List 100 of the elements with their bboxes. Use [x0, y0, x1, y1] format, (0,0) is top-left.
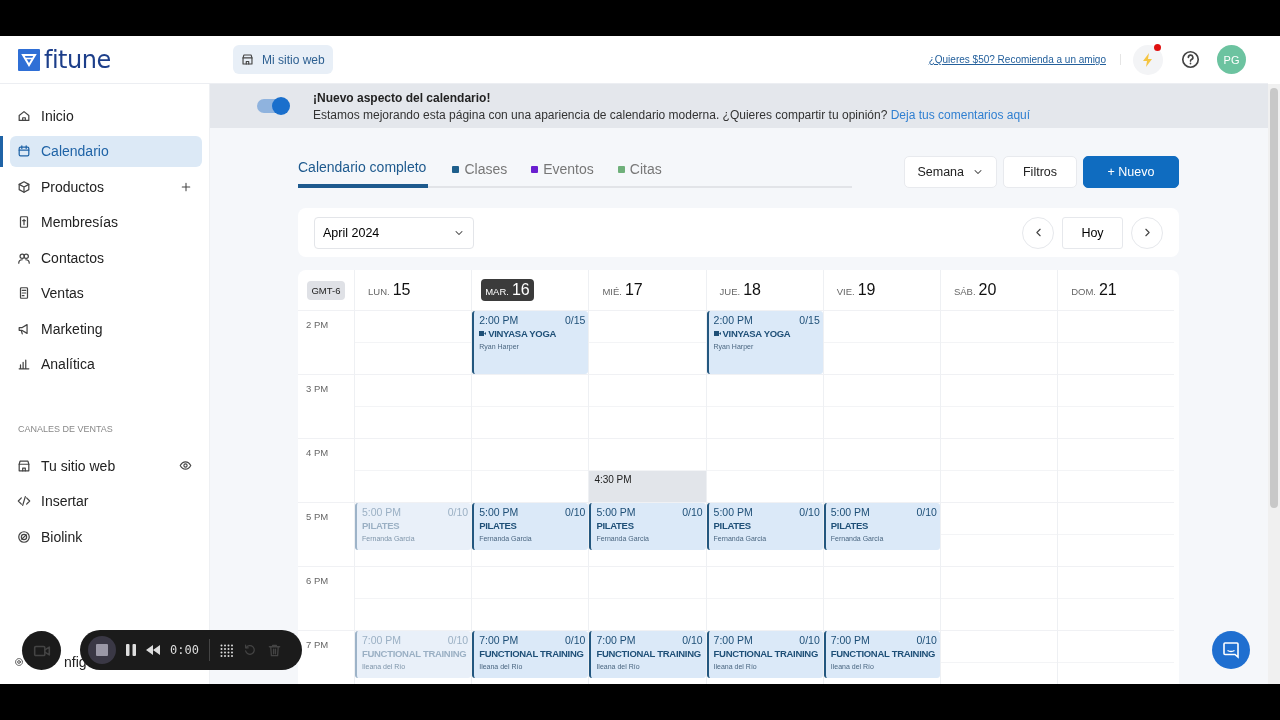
stop-icon: [96, 644, 108, 656]
event-title: PILATES: [362, 520, 400, 531]
event-time: 7:00 PM: [596, 634, 636, 646]
home-icon: [17, 108, 31, 123]
event-time: 5:00 PM: [479, 506, 519, 518]
month-select[interactable]: April 2024: [314, 216, 474, 249]
sidebar-item[interactable]: Analítica: [10, 348, 202, 380]
event-time: 7:00 PM: [479, 634, 519, 646]
event-title: FUNCTIONAL TRAINING: [830, 648, 936, 659]
referral-link[interactable]: ¿Quieres $50? Recomienda a un amigo: [928, 54, 1121, 65]
video-icon: [713, 331, 721, 336]
trash-icon: [266, 642, 282, 658]
event-capacity: 0/10: [564, 506, 586, 518]
logo-icon: [18, 48, 40, 71]
eye-icon: [179, 459, 192, 472]
section-title: CANALES DE VENTAS: [18, 424, 114, 434]
bar-chart-icon: [17, 357, 31, 371]
calendar-tab[interactable]: Clases: [452, 150, 508, 188]
hour-label: 5 PM: [306, 511, 329, 522]
event-time: 2:00 PM: [479, 314, 519, 326]
dot-grid-icon: [219, 643, 233, 657]
event-capacity: 0/10: [916, 634, 937, 646]
new-button[interactable]: + Nuevo: [1083, 156, 1179, 188]
day-header[interactable]: LUN. 15: [364, 279, 415, 301]
rewind-button[interactable]: [146, 645, 160, 655]
event-title: PILATES: [596, 520, 634, 531]
event-capacity: 0/10: [682, 634, 703, 646]
hour-label: 3 PM: [306, 383, 329, 394]
sidebar-item[interactable]: Contactos: [10, 242, 202, 273]
event-capacity: 0/10: [447, 634, 469, 646]
sidebar-item[interactable]: Tu sitio web: [10, 450, 202, 481]
event-title: PILATES: [479, 520, 517, 531]
store-icon: [241, 53, 254, 66]
day-header[interactable]: DOM. 21: [1067, 279, 1121, 301]
help-icon: [1180, 50, 1200, 69]
event-time: 2:00 PM: [713, 314, 753, 326]
gear-icon: [14, 657, 24, 667]
video-icon: [479, 331, 487, 336]
filters-button[interactable]: Filtros: [1003, 156, 1077, 188]
updates-button[interactable]: [1133, 44, 1163, 75]
event-time: 5:00 PM: [596, 506, 636, 518]
cube-icon: [17, 179, 31, 194]
sidebar-item[interactable]: Insertar: [10, 485, 202, 517]
hour-label: 4 PM: [306, 447, 329, 458]
stop-button[interactable]: [88, 636, 116, 664]
grid-button[interactable]: [219, 643, 233, 657]
hour-label: 2 PM: [306, 319, 329, 330]
event-title: VINYASA YOGA: [722, 328, 791, 339]
event-title: PILATES: [830, 520, 869, 531]
sidebar-item[interactable]: Productos: [10, 171, 202, 202]
event-capacity: 0/10: [447, 506, 469, 518]
event-title: FUNCTIONAL TRAINING: [362, 648, 467, 659]
day-header[interactable]: VIE. 19: [832, 279, 880, 301]
event-time: 7:00 PM: [713, 634, 753, 646]
brand-name: fitune: [44, 45, 111, 74]
sidebar-item[interactable]: Membresías: [10, 206, 202, 238]
calendar-tab[interactable]: Eventos: [531, 150, 594, 188]
day-header[interactable]: SÁB. 20: [949, 279, 1001, 301]
calendar-tab[interactable]: Citas: [617, 150, 662, 188]
today-button[interactable]: Hoy: [1062, 216, 1123, 249]
people-icon: [17, 250, 31, 265]
receipt-icon: [17, 286, 31, 300]
calendar-tab[interactable]: Calendario completo: [298, 150, 429, 188]
event-time: 5:00 PM: [713, 506, 753, 518]
sidebar-item[interactable]: Inicio: [10, 100, 202, 131]
event-time: 5:00 PM: [830, 506, 870, 518]
toggle-switch[interactable]: [257, 99, 288, 113]
code-icon: [17, 494, 31, 508]
store-icon: [17, 458, 31, 473]
hour-label: 7 PM: [306, 639, 329, 650]
scrollbar[interactable]: [1268, 84, 1280, 684]
event-capacity: 0/15: [564, 314, 586, 326]
event-time: 7:00 PM: [830, 634, 870, 646]
sidebar-item[interactable]: Ventas: [10, 277, 202, 309]
chat-icon: [1222, 641, 1240, 659]
day-header[interactable]: JUE. 18: [715, 279, 765, 301]
hour-label: 6 PM: [306, 575, 329, 586]
recording-timer: 0:00: [170, 643, 199, 657]
website-button[interactable]: Mi sitio web: [233, 45, 333, 74]
target-icon: [17, 529, 31, 544]
pause-icon: [126, 644, 136, 656]
pause-button[interactable]: [126, 644, 136, 656]
day-header[interactable]: MIÉ. 17: [598, 279, 647, 301]
day-header[interactable]: MAR. 16: [481, 279, 534, 301]
event-title: PILATES: [713, 520, 751, 531]
time-slot[interactable]: 4:30 PM: [589, 471, 706, 502]
banner-text: Estamos mejorando esta página con una apariencia de calendario moderna. ¿Quieres compartir tu opinión? Deja tus comentarios aquí: [313, 107, 1031, 122]
megaphone-icon: [17, 321, 31, 336]
event-time: 7:00 PM: [362, 634, 402, 646]
event-capacity: 0/15: [799, 314, 820, 326]
timezone-label: GMT-6: [307, 280, 345, 300]
event-title: FUNCTIONAL TRAINING: [596, 648, 701, 659]
view-select[interactable]: Semana: [904, 156, 997, 188]
sidebar-item[interactable]: Biolink: [10, 521, 202, 552]
restart-button[interactable]: [242, 643, 257, 657]
sidebar-item[interactable]: Marketing: [10, 313, 202, 344]
event-capacity: 0/10: [564, 634, 586, 646]
event-title: VINYASA YOGA: [488, 328, 557, 339]
event-capacity: 0/10: [799, 634, 820, 646]
calendar-icon: [17, 144, 31, 158]
